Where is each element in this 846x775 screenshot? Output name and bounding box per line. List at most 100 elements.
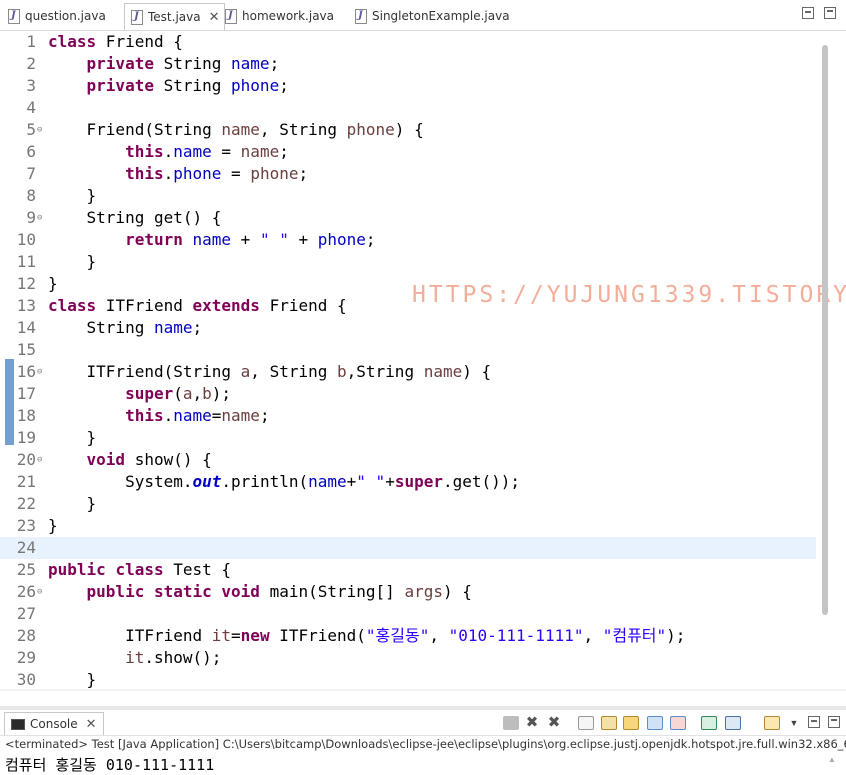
code-line[interactable]: 6 this.name = name;	[0, 141, 816, 163]
code-line[interactable]: 10 return name + " " + phone;	[0, 229, 816, 251]
code-line[interactable]: 29 it.show();	[0, 647, 816, 669]
code-text: this.name = name;	[125, 142, 289, 161]
line-number: 19	[16, 428, 36, 447]
code-text: }	[48, 670, 97, 689]
code-text: }	[48, 186, 97, 205]
view-menu-icon[interactable]: ▼	[786, 716, 802, 730]
tab-singletonexample-java[interactable]: SingletonExample.java	[355, 4, 510, 28]
tab-console[interactable]: Console ✕	[4, 712, 104, 735]
code-line[interactable]: 9 ⊖ String get() {	[0, 207, 816, 229]
remove-launch-icon[interactable]: ✖	[524, 715, 540, 730]
line-number: 8	[26, 186, 36, 205]
terminate-icon[interactable]	[503, 716, 519, 730]
code-text: String get() {	[48, 208, 222, 227]
code-line[interactable]: 7 this.phone = phone;	[0, 163, 816, 185]
display-selected-console-icon[interactable]	[725, 716, 741, 730]
fold-toggle-icon[interactable]: ⊖	[37, 361, 42, 383]
line-number: 10	[16, 230, 36, 249]
code-line[interactable]: 3 private String phone;	[0, 75, 816, 97]
show-on-stderr-icon[interactable]	[670, 716, 686, 730]
code-line[interactable]: 20 ⊖ void show() {	[0, 449, 816, 471]
minimize-icon[interactable]	[802, 7, 814, 19]
editor-tab-bar: question.java Test.java ✕ homework.java …	[0, 0, 846, 31]
code-line[interactable]: 2 private String name;	[0, 53, 816, 75]
code-line[interactable]: 27	[0, 603, 816, 625]
code-line[interactable]: 1 class Friend {	[0, 31, 816, 53]
code-line[interactable]: 18 this.name=name;	[0, 405, 816, 427]
console-tab-label: Console	[30, 717, 78, 731]
code-line[interactable]: 28 ITFriend it=new ITFriend("홍길동", "010-…	[0, 625, 816, 647]
line-number: 26	[16, 582, 36, 601]
code-text: }	[48, 274, 58, 293]
line-number: 21	[16, 472, 36, 491]
code-text: String name;	[48, 318, 203, 337]
fold-toggle-icon[interactable]: ⊖	[37, 581, 42, 603]
java-file-icon	[355, 8, 367, 24]
code-line[interactable]: 30 }	[0, 669, 816, 691]
code-text: public class Test {	[48, 560, 232, 579]
tab-test-java[interactable]: Test.java ✕	[124, 3, 225, 30]
scroll-lock-icon[interactable]	[601, 716, 617, 730]
horizontal-scrollbar[interactable]: ◀ ▶	[0, 689, 846, 691]
code-text: this.name=name;	[125, 406, 270, 425]
code-line[interactable]: 25 public class Test {	[0, 559, 816, 581]
java-file-icon	[8, 8, 20, 24]
pin-console-icon[interactable]	[701, 716, 717, 730]
code-line[interactable]: 22 }	[0, 493, 816, 515]
line-number: 12	[16, 274, 36, 293]
tab-homework-java[interactable]: homework.java	[225, 4, 334, 28]
vertical-scrollbar[interactable]	[822, 45, 828, 615]
code-editor[interactable]: 1 class Friend {2 private String name; 3 p…	[0, 31, 846, 691]
close-icon[interactable]: ✕	[209, 10, 220, 25]
code-text: private String name;	[86, 54, 280, 73]
code-line[interactable]: 8 }	[0, 185, 816, 207]
console-icon	[11, 718, 25, 730]
tab-label: SingletonExample.java	[372, 9, 510, 23]
code-line[interactable]: 19 }	[0, 427, 816, 449]
console-scrollbar[interactable]	[826, 755, 838, 775]
fold-toggle-icon[interactable]: ⊖	[37, 119, 42, 141]
tab-question-java[interactable]: question.java	[8, 4, 106, 28]
remove-all-launches-icon[interactable]: ✖	[546, 715, 562, 730]
code-text: class ITFriend extends Friend {	[48, 296, 347, 315]
line-number: 15	[16, 340, 36, 359]
code-text: }	[48, 252, 97, 271]
line-number: 3	[26, 76, 36, 95]
code-line[interactable]: 14 String name;	[0, 317, 816, 339]
line-number: 25	[16, 560, 36, 579]
fold-toggle-icon[interactable]: ⊖	[37, 449, 42, 471]
clear-console-icon[interactable]	[578, 716, 594, 730]
minimize-icon[interactable]	[808, 716, 820, 728]
close-icon[interactable]: ✕	[86, 717, 97, 732]
code-line[interactable]: 16 ⊖ ITFriend(String a, String b,String n…	[0, 361, 816, 383]
code-text: this.phone = phone;	[125, 164, 309, 183]
word-wrap-icon[interactable]	[623, 716, 639, 730]
line-number: 18	[16, 406, 36, 425]
line-number: 28	[16, 626, 36, 645]
line-number: 9	[26, 208, 36, 227]
console-output[interactable]: 컴퓨터 홍길동 010-111-1111	[5, 754, 214, 774]
code-line[interactable]: 26 ⊖ public static void main(String[] arg…	[0, 581, 816, 603]
code-text: System.out.println(name+" "+super.get())…	[48, 472, 521, 491]
fold-toggle-icon[interactable]: ⊖	[37, 207, 42, 229]
open-console-icon[interactable]	[764, 716, 780, 730]
line-number: 4	[26, 98, 36, 117]
code-line[interactable]: 21 System.out.println(name+" "+super.get…	[0, 471, 816, 493]
code-line[interactable]: 23}	[0, 515, 816, 537]
code-line[interactable]: 17 super(a,b);	[0, 383, 816, 405]
code-line[interactable]: 15	[0, 339, 816, 361]
line-number: 20	[16, 450, 36, 469]
java-file-icon	[225, 8, 237, 24]
console-tab-bar: Console ✕	[0, 710, 846, 736]
code-line[interactable]: 11 }	[0, 251, 816, 273]
maximize-icon[interactable]	[824, 7, 836, 19]
line-number: 1	[26, 32, 36, 51]
line-number: 11	[16, 252, 36, 271]
code-line[interactable]: 5 ⊖ Friend(String name, String phone) {	[0, 119, 816, 141]
code-text: }	[48, 428, 97, 447]
code-line[interactable]: 4	[0, 97, 816, 119]
show-on-stdout-icon[interactable]	[647, 716, 663, 730]
line-number: 22	[16, 494, 36, 513]
maximize-icon[interactable]	[828, 716, 840, 728]
code-line[interactable]: 24	[0, 537, 816, 559]
